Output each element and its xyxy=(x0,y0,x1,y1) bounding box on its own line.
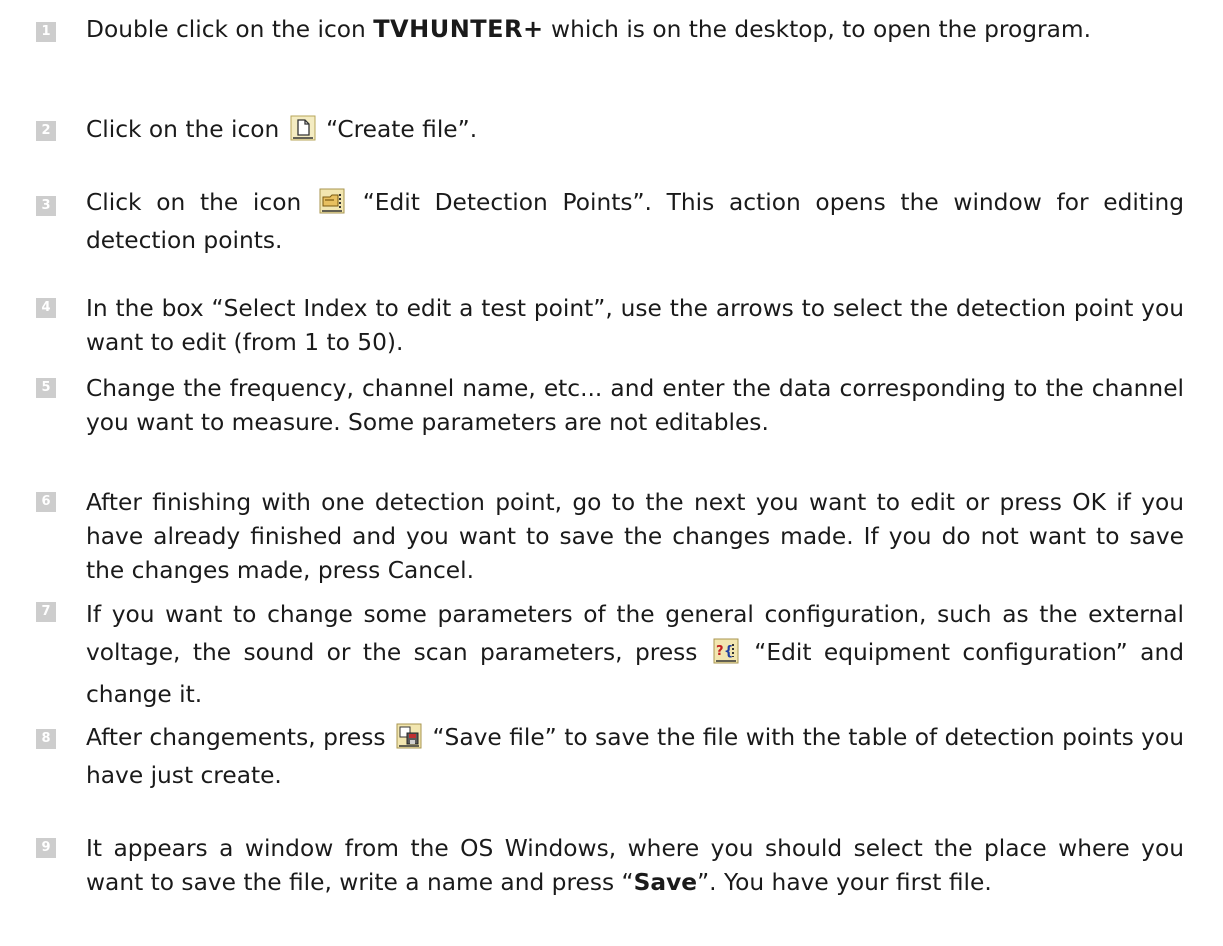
save-file-icon xyxy=(396,723,422,759)
step-number: 4 xyxy=(36,298,56,318)
step-number: 7 xyxy=(36,602,56,622)
step-number: 2 xyxy=(36,121,56,141)
step-text: Click on the icon “Create file”. xyxy=(86,113,1184,151)
step-number: 1 xyxy=(36,22,56,42)
instructions-document: 1 Double click on the icon TVHUNTER+ whi… xyxy=(0,0,1223,946)
edit-detection-points-icon xyxy=(319,188,345,224)
step-text: If you want to change some parameters of… xyxy=(86,601,1185,708)
svg-text:?: ? xyxy=(716,644,724,659)
save-keyword: Save xyxy=(633,869,698,896)
edit-equipment-configuration-icon: ? { xyxy=(713,638,739,676)
step-text: Double click on the icon TVHUNTER+ which… xyxy=(86,15,1091,43)
step-number: 3 xyxy=(36,196,56,216)
step-text: It appears a window from the OS Windows,… xyxy=(86,835,1184,896)
step-text: Click on the icon “Edit Detection Points… xyxy=(86,188,1185,254)
step-text: In the box “Select Index to edit a test … xyxy=(86,295,1184,356)
step-number: 5 xyxy=(36,378,56,398)
svg-text:{: { xyxy=(724,644,733,659)
create-file-icon xyxy=(290,115,316,151)
step-number: 8 xyxy=(36,729,56,749)
product-name: TVHUNTER+ xyxy=(373,15,544,43)
step-number: 6 xyxy=(36,492,56,512)
step-text: Change the frequency, channel name, etc.… xyxy=(86,375,1184,436)
step-text: After finishing with one detection point… xyxy=(86,489,1184,584)
step-text: After changements, press “Save file” to … xyxy=(86,723,1184,789)
step-number: 9 xyxy=(36,838,56,858)
